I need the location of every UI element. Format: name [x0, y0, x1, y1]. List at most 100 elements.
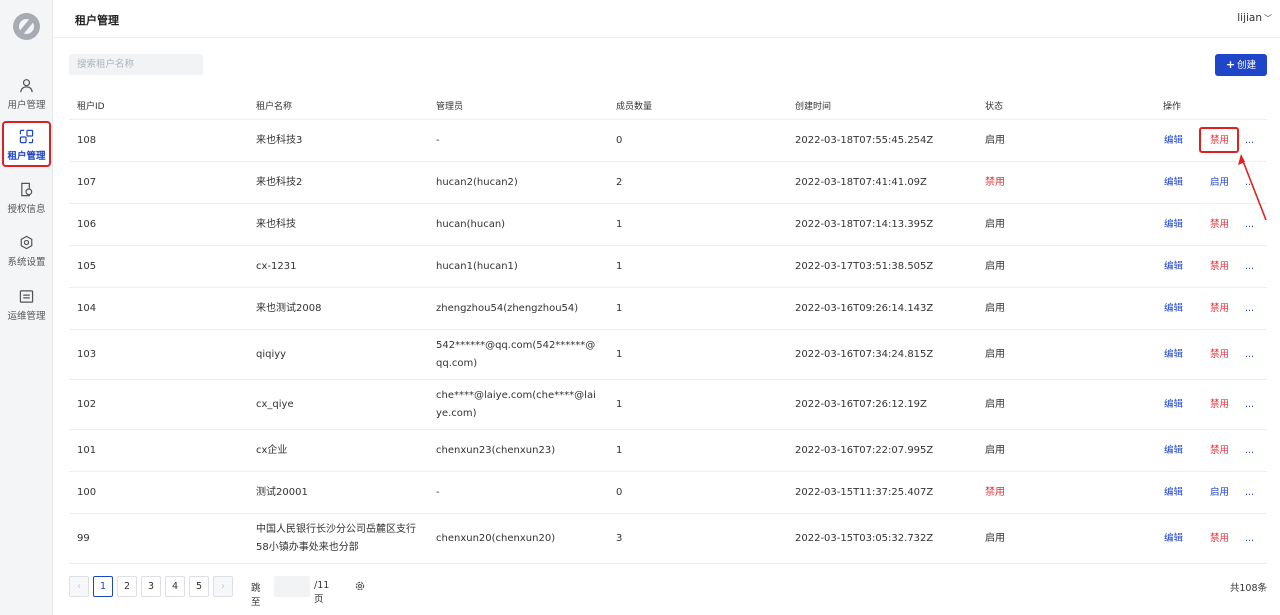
cell-status: 启用 [985, 135, 1005, 146]
cell-admin: zhengzhou54(zhengzhou54) [436, 303, 579, 314]
table-header: 租户ID 租户名称 管理员 成员数量 创建时间 状态 操作 [69, 87, 1267, 120]
user-menu[interactable]: lijian ﹀ [1237, 12, 1272, 24]
edit-button[interactable]: 编辑 [1164, 258, 1183, 276]
table-body: 108 来也科技3-0 2022-03-18T07:55:45.254Z 启用 编辑 禁用… [69, 120, 1267, 564]
cell-created: 2022-03-16T07:34:24.815Z [795, 349, 934, 360]
cell-id: 101 [77, 445, 97, 456]
disable-button[interactable]: 禁用 [1210, 300, 1229, 318]
column-header-actions: 操作 [1163, 102, 1182, 112]
gear-icon[interactable] [354, 580, 366, 592]
cell-created: 2022-03-16T07:22:07.995Z [795, 445, 934, 456]
sidebar-item-ops[interactable]: 运维管理 [2, 283, 51, 329]
cell-members: 0 [616, 135, 623, 146]
enable-button[interactable]: 启用 [1210, 484, 1229, 502]
edit-button[interactable]: 编辑 [1164, 174, 1183, 192]
edit-button[interactable]: 编辑 [1164, 132, 1183, 150]
more-actions-button[interactable]: ... [1245, 442, 1254, 460]
cell-admin: - [436, 487, 440, 498]
sidebar-item-license[interactable]: 授权信息 [2, 176, 51, 222]
tenant-table: 租户ID 租户名称 管理员 成员数量 创建时间 状态 操作 108 来也科技3 - 0… [69, 87, 1267, 564]
cell-members: 1 [616, 261, 623, 272]
jump-page-input[interactable] [274, 576, 310, 597]
more-actions-button[interactable]: ... [1245, 484, 1254, 502]
table-row: 107 来也科技2 hucan2(hucan2) 2 2022-03-18T07:41:… [69, 162, 1267, 204]
column-header-created: 创建时间 [795, 102, 832, 112]
disable-button[interactable]: 禁用 [1210, 216, 1229, 234]
disable-button[interactable]: 禁用 [1210, 396, 1229, 414]
cell-created: 2022-03-15T11:37:25.407Z [795, 487, 934, 498]
table-row: 99 中国人民银行长沙分公司岳麓区支行58小镇办事处来也分部 chenxun20(c… [69, 514, 1267, 564]
cell-created: 2022-03-18T07:41:41.09Z [795, 177, 927, 188]
cell-id: 104 [77, 303, 97, 314]
enable-button[interactable]: 启用 [1210, 174, 1229, 192]
cell-id: 107 [77, 177, 97, 188]
more-actions-button[interactable]: ... [1245, 258, 1254, 276]
sidebar-item-label: 系统设置 [7, 257, 46, 268]
disable-button[interactable]: 禁用 [1210, 346, 1229, 364]
disable-button[interactable]: 禁用 [1210, 530, 1229, 548]
prev-page-button[interactable]: ‹ [69, 576, 89, 597]
sidebar-item-label: 用户管理 [7, 100, 46, 111]
more-actions-button[interactable]: ... [1245, 346, 1254, 364]
main-content: 租户管理 lijian﹀ +创建 租户ID 租户名称 管理员 成员数量 创建时间… [53, 0, 1280, 615]
search-input[interactable] [69, 54, 203, 75]
edit-button[interactable]: 编辑 [1164, 530, 1183, 548]
sidebar-item-settings[interactable]: 系统设置 [2, 229, 51, 275]
page-button-1[interactable]: 1 [93, 576, 113, 597]
page-title: 租户管理 [75, 14, 119, 27]
cell-admin: hucan1(hucan1) [436, 261, 518, 272]
disable-button[interactable]: 禁用 [1210, 258, 1229, 276]
cell-name: cx_qiye [256, 399, 294, 410]
cell-members: 1 [616, 219, 623, 230]
sidebar-item-tenants[interactable]: 租户管理 [2, 121, 51, 167]
more-actions-button[interactable]: ... [1245, 300, 1254, 318]
cell-id: 99 [77, 533, 90, 544]
sidebar-item-label: 运维管理 [7, 311, 46, 322]
cell-members: 3 [616, 533, 623, 544]
cell-id: 102 [77, 399, 97, 410]
cell-id: 108 [77, 135, 97, 146]
license-icon [21, 182, 33, 197]
cell-name: 来也科技3 [256, 135, 303, 146]
cell-status: 启用 [985, 533, 1005, 544]
cell-members: 0 [616, 487, 623, 498]
table-row: 108 来也科技3-0 2022-03-18T07:55:45.254Z 启用 编辑 禁用… [69, 120, 1267, 162]
user-name: lijian [1237, 12, 1262, 24]
cell-admin: 542******@qq.com(542******@qq.com) [436, 340, 596, 369]
sidebar-item-label: 租户管理 [7, 151, 46, 162]
cell-members: 2 [616, 177, 623, 188]
sidebar-item-label: 授权信息 [7, 204, 46, 215]
page-button-2[interactable]: 2 [117, 576, 137, 597]
sidebar-item-users[interactable]: 用户管理 [2, 72, 51, 118]
user-icon [20, 79, 33, 93]
create-button[interactable]: + 创建 [1215, 54, 1267, 76]
column-header-admin: 管理员 [436, 102, 464, 112]
cell-status: 启用 [985, 303, 1005, 314]
column-header-status: 状态 [985, 102, 1004, 112]
edit-button[interactable]: 编辑 [1164, 216, 1183, 234]
more-actions-button[interactable]: ... [1245, 132, 1254, 150]
table-row: 101 cx企业 chenxun23(chenxun23) 1 2022-03-16T0… [69, 430, 1267, 472]
more-actions-button[interactable]: ... [1245, 396, 1254, 414]
edit-button[interactable]: 编辑 [1164, 300, 1183, 318]
table-row: 103 qiqiyy 542******@qq.com(542******@qq.c… [69, 330, 1267, 380]
page-button-3[interactable]: 3 [141, 576, 161, 597]
plus-icon: + [1225, 58, 1236, 71]
cell-created: 2022-03-15T03:05:32.732Z [795, 533, 934, 544]
more-actions-button[interactable]: ... [1245, 530, 1254, 548]
edit-button[interactable]: 编辑 [1164, 442, 1183, 460]
cell-id: 103 [77, 349, 97, 360]
edit-button[interactable]: 编辑 [1164, 396, 1183, 414]
cell-created: 2022-03-18T07:55:45.254Z [795, 135, 934, 146]
next-page-button[interactable]: › [213, 576, 233, 597]
cell-members: 1 [616, 445, 623, 456]
edit-button[interactable]: 编辑 [1164, 346, 1183, 364]
page-button-4[interactable]: 4 [165, 576, 185, 597]
cell-name: 测试20001 [256, 487, 308, 498]
cell-status: 启用 [985, 349, 1005, 360]
create-button-label: 创建 [1237, 60, 1257, 71]
disable-button[interactable]: 禁用 [1210, 442, 1229, 460]
cell-id: 105 [77, 261, 97, 272]
page-button-5[interactable]: 5 [189, 576, 209, 597]
edit-button[interactable]: 编辑 [1164, 484, 1183, 502]
